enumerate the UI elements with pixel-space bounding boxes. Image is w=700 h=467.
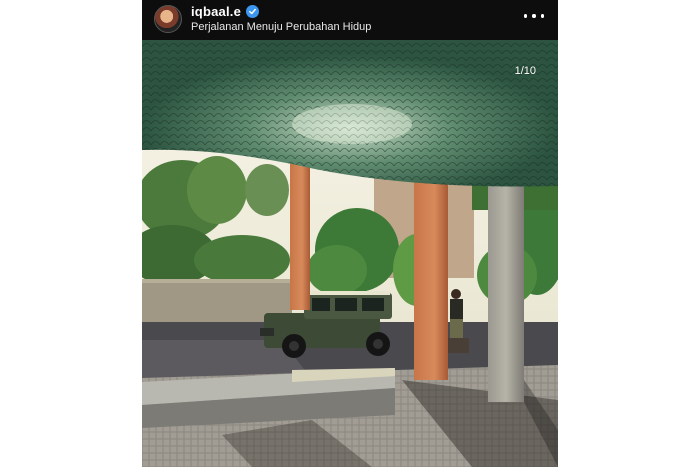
carousel-counter: 1/10 xyxy=(514,65,536,77)
profile-avatar[interactable] xyxy=(154,5,182,33)
more-options-icon[interactable] xyxy=(524,9,544,23)
username[interactable]: iqbaal.e xyxy=(191,4,241,19)
post-photo[interactable] xyxy=(142,40,558,467)
post-header: iqbaal.e Perjalanan Menuju Perubahan Hid… xyxy=(142,0,558,40)
verified-badge-icon xyxy=(246,5,259,18)
post-caption: Perjalanan Menuju Perubahan Hidup xyxy=(191,21,372,33)
instagram-post: iqbaal.e Perjalanan Menuju Perubahan Hid… xyxy=(142,0,558,467)
